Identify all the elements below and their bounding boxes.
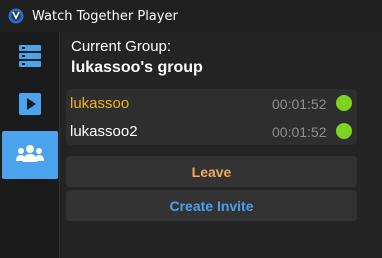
play-icon (18, 92, 42, 121)
member-name: lukassoo2 (70, 123, 138, 140)
sidebar-item-servers[interactable] (2, 34, 58, 82)
status-online-icon (336, 95, 352, 111)
create-invite-button[interactable]: Create Invite (66, 190, 357, 221)
app-window: Watch Together Player Current Group: luk… (0, 0, 382, 258)
member-list: lukassoo 00:01:52 lukassoo2 00:01:52 (66, 89, 357, 145)
sidebar (0, 32, 59, 258)
status-online-icon (336, 123, 352, 139)
member-row: lukassoo 00:01:52 (66, 90, 357, 116)
member-row: lukassoo2 00:01:52 (66, 118, 357, 144)
current-group-label: Current Group: (71, 38, 172, 55)
group-panel: Current Group: lukassoo's group lukassoo… (59, 32, 382, 258)
window-title: Watch Together Player (32, 8, 178, 24)
group-name: lukassoo's group (71, 59, 203, 76)
title-bar: Watch Together Player (0, 0, 382, 32)
leave-button[interactable]: Leave (66, 156, 357, 187)
member-name: lukassoo (70, 95, 130, 112)
server-list-icon (18, 44, 42, 73)
app-logo-icon (8, 8, 24, 24)
sidebar-item-player[interactable] (2, 82, 58, 130)
group-icon (16, 143, 44, 168)
sidebar-item-group[interactable] (2, 131, 58, 179)
member-time: 00:01:52 (272, 124, 327, 140)
member-time: 00:01:52 (272, 96, 327, 112)
